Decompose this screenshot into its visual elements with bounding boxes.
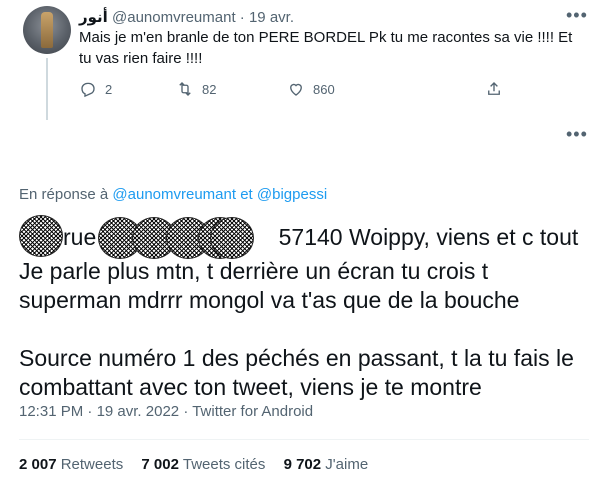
more-icon[interactable]: ••• bbox=[566, 6, 588, 24]
reply-context: En réponse à @aunomvreumant et @bigpessi bbox=[19, 186, 327, 203]
share-button[interactable] bbox=[485, 79, 511, 99]
reply-icon bbox=[81, 82, 95, 98]
previous-tweet-header: أنور @aunomvreumant · 19 avr. bbox=[79, 8, 294, 26]
likes-stat[interactable]: 9 702 J'aime bbox=[284, 456, 369, 473]
like-button[interactable]: 860 bbox=[287, 79, 335, 99]
redaction-scribble bbox=[19, 215, 63, 257]
likes-count: 9 702 bbox=[283, 456, 322, 473]
reply-count: 2 bbox=[105, 81, 113, 97]
tweet-fragment: 57140 Woippy, viens et c tout bbox=[278, 224, 579, 250]
retweet-count: 82 bbox=[202, 81, 217, 97]
avatar[interactable] bbox=[23, 6, 71, 54]
main-tweet-text: rue 57140 Woippy, viens et c tout Je par… bbox=[19, 215, 599, 402]
tweet-line-1: rue 57140 Woippy, viens et c tout bbox=[19, 215, 599, 259]
user-handle[interactable]: @aunomvreumant bbox=[112, 9, 236, 26]
display-name[interactable]: أنور bbox=[79, 9, 108, 26]
retweet-button[interactable]: 82 bbox=[176, 79, 216, 99]
tweet-line-3: superman mdrrr mongol va t'as que de la … bbox=[19, 287, 520, 313]
retweet-icon bbox=[179, 82, 191, 96]
redaction-scribble bbox=[98, 217, 255, 259]
tweet-date[interactable]: 19 avr. bbox=[249, 9, 294, 26]
previous-tweet-text: Mais je m'en branle de ton PERE BORDEL P… bbox=[79, 29, 573, 67]
tweet-metadata: 12:31 PM · 19 avr. 2022 · Twitter for An… bbox=[19, 403, 313, 420]
retweets-count: 2 007 bbox=[19, 456, 57, 473]
quotes-stat[interactable]: 7 002 Tweets cités bbox=[141, 456, 265, 473]
reply-button[interactable]: 2 bbox=[79, 79, 112, 99]
retweets-label: Retweets bbox=[60, 456, 124, 473]
divider bbox=[19, 439, 589, 440]
tweet-line-5: combattant avec ton tweet, viens je te m… bbox=[19, 374, 482, 400]
mention-link[interactable]: @bigpessi bbox=[257, 186, 327, 203]
mention-link[interactable]: @aunomvreumant bbox=[112, 186, 236, 203]
thread-connector-line bbox=[46, 58, 48, 120]
meta-separator: · bbox=[87, 403, 93, 420]
tweet-source[interactable]: Twitter for Android bbox=[192, 403, 313, 420]
meta-separator: · bbox=[183, 403, 189, 420]
tweet-fragment: rue bbox=[63, 224, 97, 250]
retweets-stat[interactable]: 2 007 Retweets bbox=[19, 456, 123, 473]
tweet-time[interactable]: 12:31 PM bbox=[19, 403, 83, 420]
header-separator: · bbox=[239, 9, 245, 26]
quotes-label: Tweets cités bbox=[182, 456, 266, 473]
reply-prefix: En réponse à bbox=[19, 186, 109, 203]
like-icon bbox=[290, 83, 302, 96]
more-icon[interactable]: ••• bbox=[566, 125, 588, 143]
share-icon bbox=[488, 82, 500, 95]
reply-conjunction: et bbox=[240, 186, 253, 203]
tweet-full-date[interactable]: 19 avr. 2022 bbox=[97, 403, 180, 420]
engagement-stats: 2 007 Retweets 7 002 Tweets cités 9 702 … bbox=[19, 456, 382, 473]
like-count: 860 bbox=[313, 81, 335, 97]
tweet-line-2: Je parle plus mtn, t derrière un écran t… bbox=[19, 258, 489, 284]
tweet-line-4: Source numéro 1 des péchés en passant, t… bbox=[19, 345, 574, 371]
quotes-count: 7 002 bbox=[141, 456, 179, 473]
likes-label: J'aime bbox=[325, 456, 369, 473]
